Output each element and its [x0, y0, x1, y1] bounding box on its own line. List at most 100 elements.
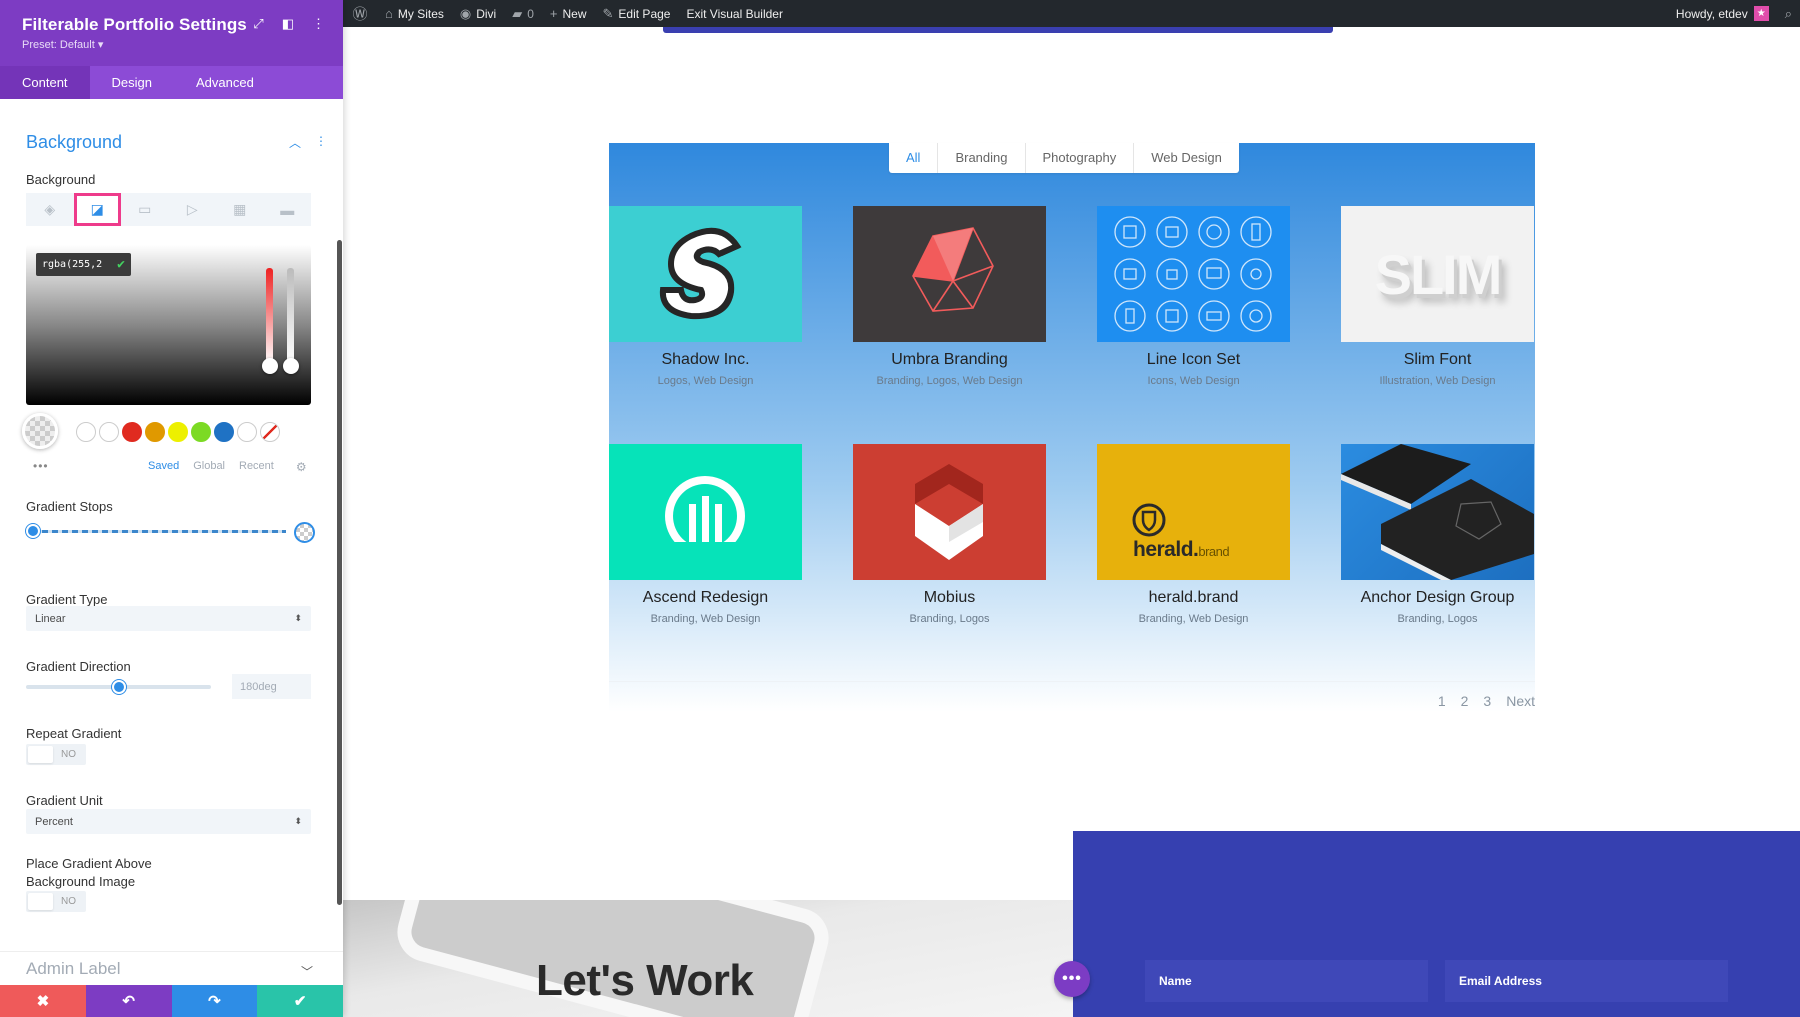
opacity-handle[interactable]: [283, 358, 299, 374]
opacity-slider[interactable]: [287, 268, 294, 364]
gradient-stops-track[interactable]: [32, 530, 286, 533]
portfolio-item[interactable]: Mobius Branding, Logos: [853, 444, 1046, 625]
edit-page-link[interactable]: ✎ Edit Page: [595, 0, 679, 27]
portfolio-item[interactable]: Shadow Inc. Logos, Web Design: [609, 206, 802, 387]
portfolio-item[interactable]: SLIM Slim Font Illustration, Web Design: [1341, 206, 1534, 387]
comments-menu[interactable]: ▰ 0: [504, 0, 542, 27]
hue-handle[interactable]: [262, 358, 278, 374]
portfolio-thumbnail[interactable]: herald.brand: [1097, 444, 1290, 580]
color-swatch[interactable]: [168, 422, 188, 442]
chevron-down-icon[interactable]: ﹀: [301, 963, 313, 980]
exit-visual-builder-link[interactable]: Exit Visual Builder: [678, 0, 791, 27]
email-input[interactable]: Email Address: [1445, 960, 1728, 1002]
swatch-tab-saved[interactable]: Saved: [148, 460, 179, 474]
portfolio-thumbnail[interactable]: [609, 444, 802, 580]
portfolio-thumbnail[interactable]: [1341, 444, 1534, 580]
color-picker[interactable]: rgba(255,2 ✔: [26, 245, 311, 405]
filter-branding[interactable]: Branding: [938, 143, 1026, 173]
my-sites-menu[interactable]: ⌂ My Sites: [377, 0, 452, 27]
portfolio-item-title[interactable]: herald.brand: [1097, 589, 1290, 607]
gradient-direction-handle[interactable]: [111, 680, 126, 694]
wordpress-menu[interactable]: Ⓦ: [343, 0, 377, 27]
expand-icon[interactable]: ⤢: [253, 16, 263, 32]
swatch-tab-recent[interactable]: Recent: [239, 460, 274, 474]
portfolio-item[interactable]: Ascend Redesign Branding, Web Design: [609, 444, 802, 625]
portfolio-item[interactable]: Anchor Design Group Branding, Logos: [1341, 444, 1534, 625]
split-view-icon[interactable]: ◧: [282, 16, 294, 32]
portfolio-item[interactable]: Umbra Branding Branding, Logos, Web Desi…: [853, 206, 1046, 387]
panel-scrollbar[interactable]: [337, 240, 342, 905]
chevron-up-icon[interactable]: ︿: [289, 134, 301, 151]
portfolio-item-title[interactable]: Umbra Branding: [853, 351, 1046, 369]
color-swatch[interactable]: [122, 422, 142, 442]
filter-web-design[interactable]: Web Design: [1134, 143, 1239, 173]
panel-header[interactable]: Filterable Portfolio Settings Preset: De…: [0, 0, 343, 66]
section-title-background[interactable]: Background: [26, 132, 122, 153]
portfolio-thumbnail[interactable]: [609, 206, 802, 342]
color-swatch[interactable]: [99, 422, 119, 442]
portfolio-item-title[interactable]: Shadow Inc.: [609, 351, 802, 369]
checkmark-icon[interactable]: ✔: [117, 257, 125, 272]
page-link-3[interactable]: 3: [1483, 693, 1491, 709]
portfolio-item-title[interactable]: Mobius: [853, 589, 1046, 607]
color-swatch[interactable]: [191, 422, 211, 442]
portfolio-item[interactable]: Line Icon Set Icons, Web Design: [1097, 206, 1290, 387]
gradient-direction-input[interactable]: 180deg: [232, 674, 311, 699]
current-color-swatch[interactable]: [22, 413, 58, 449]
gradient-type-select[interactable]: Linear ⬍: [26, 606, 311, 631]
portfolio-thumbnail[interactable]: [1097, 206, 1290, 342]
gradient-unit-select[interactable]: Percent ⬍: [26, 809, 311, 834]
portfolio-thumbnail[interactable]: [853, 206, 1046, 342]
portfolio-item-title[interactable]: Ascend Redesign: [609, 589, 802, 607]
portfolio-thumbnail[interactable]: [853, 444, 1046, 580]
save-button[interactable]: ✔: [257, 985, 343, 1017]
bg-mask-tab[interactable]: ▬: [264, 193, 312, 226]
swatch-tab-global[interactable]: Global: [193, 460, 225, 474]
filter-all[interactable]: All: [889, 143, 939, 173]
bg-video-tab[interactable]: ▷: [169, 193, 217, 226]
color-value-input[interactable]: rgba(255,2 ✔: [36, 253, 131, 276]
place-gradient-above-toggle[interactable]: NO: [26, 891, 86, 912]
gradient-stop-end[interactable]: [294, 522, 315, 543]
gear-icon[interactable]: ⚙: [296, 460, 307, 474]
bg-gradient-tab[interactable]: ◪: [73, 193, 121, 226]
page-link-1[interactable]: 1: [1438, 693, 1446, 709]
redo-button[interactable]: ↷: [171, 985, 258, 1017]
repeat-gradient-toggle[interactable]: NO: [26, 744, 86, 765]
bg-image-tab[interactable]: ▭: [121, 193, 169, 226]
divi-menu[interactable]: ◉ Divi: [452, 0, 504, 27]
tab-content[interactable]: Content: [0, 66, 90, 99]
portfolio-item-title[interactable]: Slim Font: [1341, 351, 1534, 369]
more-options-icon[interactable]: ⋮: [312, 16, 325, 32]
section-options-icon[interactable]: ⋮: [315, 134, 327, 151]
portfolio-thumbnail[interactable]: SLIM: [1341, 206, 1534, 342]
tab-advanced[interactable]: Advanced: [174, 66, 276, 99]
next-page-link[interactable]: Next: [1506, 693, 1535, 709]
cancel-button[interactable]: ✖: [0, 985, 86, 1017]
filter-photography[interactable]: Photography: [1026, 143, 1135, 173]
portfolio-item[interactable]: herald.brand herald.brand Branding, Web …: [1097, 444, 1290, 625]
swatch-more-icon[interactable]: •••: [33, 459, 49, 473]
bg-pattern-tab[interactable]: ▦: [216, 193, 264, 226]
new-content-menu[interactable]: + New: [542, 0, 595, 27]
gradient-stop-start[interactable]: [26, 524, 40, 538]
undo-button[interactable]: ↶: [85, 985, 172, 1017]
page-settings-button[interactable]: •••: [1054, 961, 1090, 997]
tab-design[interactable]: Design: [90, 66, 174, 99]
hue-slider[interactable]: [266, 268, 273, 364]
admin-search[interactable]: ⌕: [1777, 0, 1800, 27]
color-swatch[interactable]: [237, 422, 257, 442]
color-swatch[interactable]: [145, 422, 165, 442]
portfolio-item-title[interactable]: Line Icon Set: [1097, 351, 1290, 369]
portfolio-item-title[interactable]: Anchor Design Group: [1341, 589, 1534, 607]
page-link-2[interactable]: 2: [1461, 693, 1469, 709]
bg-color-tab[interactable]: ◈: [26, 193, 74, 226]
preset-dropdown[interactable]: Preset: Default ▾: [22, 38, 321, 51]
account-menu[interactable]: Howdy, etdev ★: [1668, 0, 1777, 27]
admin-label-section[interactable]: Admin Label: [26, 959, 121, 979]
name-input[interactable]: Name: [1145, 960, 1428, 1002]
background-label: Background: [26, 172, 96, 187]
clear-color-swatch[interactable]: [260, 422, 280, 442]
color-swatch[interactable]: [76, 422, 96, 442]
color-swatch[interactable]: [214, 422, 234, 442]
